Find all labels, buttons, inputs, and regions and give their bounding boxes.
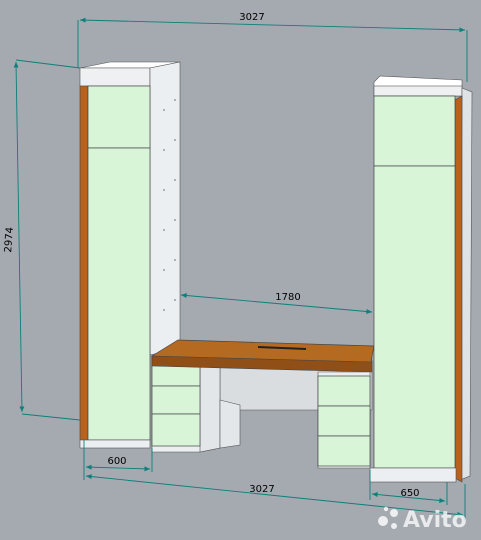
right-upper-door bbox=[373, 95, 456, 167]
left-upper-door bbox=[87, 85, 151, 149]
dim-line-total-width-top bbox=[79, 17, 466, 33]
right-drawer-1 bbox=[317, 375, 371, 407]
avito-logo-icon bbox=[378, 506, 398, 529]
dim-height: 2974 bbox=[3, 227, 16, 253]
left-drawer-3 bbox=[151, 413, 201, 447]
right-edge-strip bbox=[454, 95, 463, 483]
right-drawer-pedestal bbox=[317, 371, 371, 469]
dim-total-width-bottom: 3027 bbox=[249, 484, 274, 495]
dim-total-width-top: 3027 bbox=[239, 12, 264, 23]
dim-line-left-depth bbox=[85, 464, 151, 472]
dim-line-height bbox=[13, 61, 25, 413]
right-tall-cabinet bbox=[369, 75, 473, 483]
dim-right-depth: 650 bbox=[400, 488, 419, 499]
right-lower-door bbox=[373, 165, 456, 469]
right-drawer-3 bbox=[317, 435, 371, 467]
avito-watermark: Avito bbox=[378, 506, 467, 533]
avito-brand-text: Avito bbox=[403, 508, 467, 533]
left-lower-door bbox=[87, 147, 151, 441]
left-drawer-2 bbox=[151, 385, 201, 415]
left-edge-strip bbox=[79, 85, 89, 441]
right-drawer-2 bbox=[317, 405, 371, 437]
dim-desk-span: 1780 bbox=[275, 292, 300, 303]
desk-top bbox=[150, 339, 375, 373]
drawing-canvas: 3027 2974 1780 600 3027 650 Avito bbox=[3, 12, 473, 533]
furniture-drawing: 3027 2974 1780 600 3027 650 Avito bbox=[0, 0, 481, 540]
dim-left-depth: 600 bbox=[107, 456, 126, 467]
